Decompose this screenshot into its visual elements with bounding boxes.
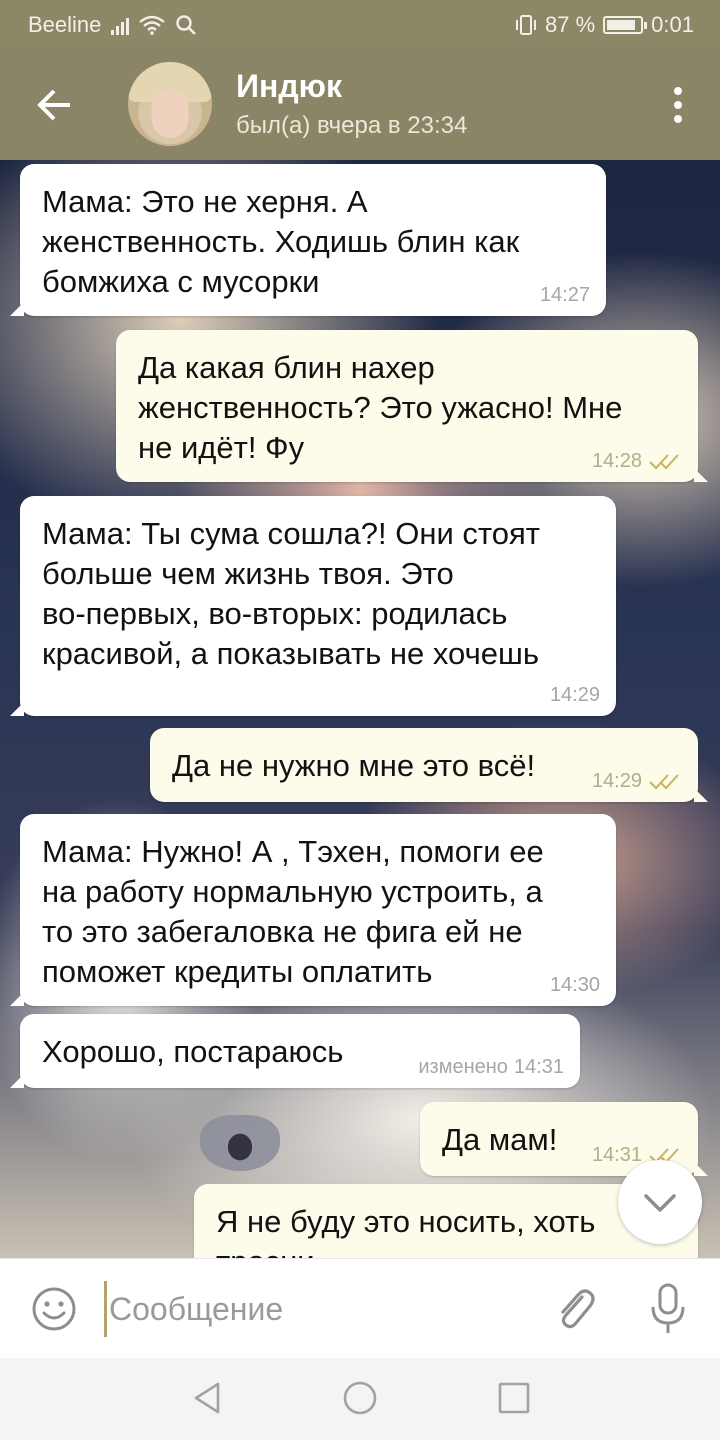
message-time: 14:28 — [591, 450, 642, 472]
message-meta: 14:29 — [550, 684, 600, 706]
microphone-icon — [651, 1283, 685, 1333]
message-bubble[interactable]: Да какая блин нахер женственность? Это у… — [116, 330, 708, 482]
scroll-down-button[interactable] — [618, 1160, 702, 1244]
circle-home-icon — [343, 1381, 377, 1415]
message-text: Мама: Нужно! А , Тэхен, помоги ее на раб… — [42, 834, 544, 989]
status-left: Beeline — [28, 12, 197, 38]
double-check-icon — [649, 774, 679, 790]
message-meta: изменено 14:31 — [418, 1056, 564, 1078]
chat-header: Индюк был(а) вчера в 23:34 — [0, 48, 720, 160]
triangle-back-icon — [194, 1382, 220, 1414]
avatar[interactable] — [128, 62, 212, 146]
message-bubble[interactable]: Мама: Это не херня. А женственность. Ход… — [10, 164, 606, 316]
message-meta: 14:28 — [592, 450, 682, 472]
system-nav-bar — [0, 1358, 720, 1440]
vibrate-icon — [516, 15, 537, 35]
chevron-down-icon — [644, 1194, 676, 1212]
emoji-button[interactable] — [30, 1285, 78, 1333]
message-meta: 14:29 — [592, 770, 682, 792]
status-bar: Beeline 87 % 0:01 — [0, 0, 720, 48]
last-seen-status: был(а) вчера в 23:34 — [236, 112, 468, 139]
signal-icon — [111, 15, 130, 35]
smile-icon — [32, 1287, 76, 1331]
battery-percent: 87 % — [545, 12, 596, 37]
back-button[interactable] — [30, 80, 80, 130]
chat-area[interactable]: Мама: Это не херня. А женственность. Ход… — [0, 160, 720, 1258]
nav-back-button[interactable] — [188, 1378, 228, 1418]
square-recent-icon — [498, 1382, 530, 1414]
message-bubble[interactable]: Мама: Ты сума сошла?! Они стоят больше ч… — [10, 496, 616, 716]
more-menu-button[interactable] — [666, 84, 690, 128]
message-composer — [0, 1258, 720, 1359]
message-time: 14:27 — [539, 284, 590, 306]
voice-record-button[interactable] — [648, 1281, 688, 1337]
nav-home-button[interactable] — [340, 1378, 380, 1418]
message-time: 14:31 — [513, 1056, 564, 1078]
message-text: Я не буду это носить, хоть тресни — [216, 1204, 596, 1258]
wifi-icon — [139, 15, 166, 35]
message-text: Мама: Это не херня. А женственность. Ход… — [42, 184, 520, 299]
clock: 0:01 — [651, 12, 694, 37]
message-time: 14:29 — [591, 770, 642, 792]
nav-recent-button[interactable] — [494, 1378, 534, 1418]
paperclip-icon — [561, 1289, 595, 1329]
wallpaper-pendant — [200, 1115, 280, 1171]
battery-fill — [607, 20, 636, 30]
battery-icon — [603, 16, 648, 34]
message-text: Мама: Ты сума сошла?! Они стоят больше ч… — [42, 516, 540, 671]
message-bubble[interactable]: Да не нужно мне это всё! 14:29 — [150, 728, 708, 802]
carrier-name: Beeline — [28, 12, 102, 37]
message-bubble[interactable]: Хорошо, постараюсь изменено 14:31 — [10, 1014, 580, 1088]
message-meta: 14:27 — [540, 284, 590, 306]
search-icon — [176, 15, 197, 35]
message-time: 14:29 — [549, 684, 600, 706]
double-check-icon — [649, 454, 679, 470]
chat-title[interactable]: Индюк — [236, 68, 342, 105]
edited-label: изменено — [418, 1056, 508, 1078]
arrow-left-icon — [37, 89, 70, 121]
status-right: 87 % 0:01 — [515, 12, 694, 38]
message-bubble[interactable]: Мама: Нужно! А , Тэхен, помоги ее на раб… — [10, 814, 616, 1006]
avatar-face — [152, 90, 188, 138]
message-time: 14:30 — [549, 974, 600, 996]
attach-button[interactable] — [552, 1283, 598, 1333]
message-meta: 14:30 — [550, 974, 600, 996]
message-input[interactable] — [104, 1281, 531, 1337]
more-vertical-icon — [674, 87, 682, 95]
